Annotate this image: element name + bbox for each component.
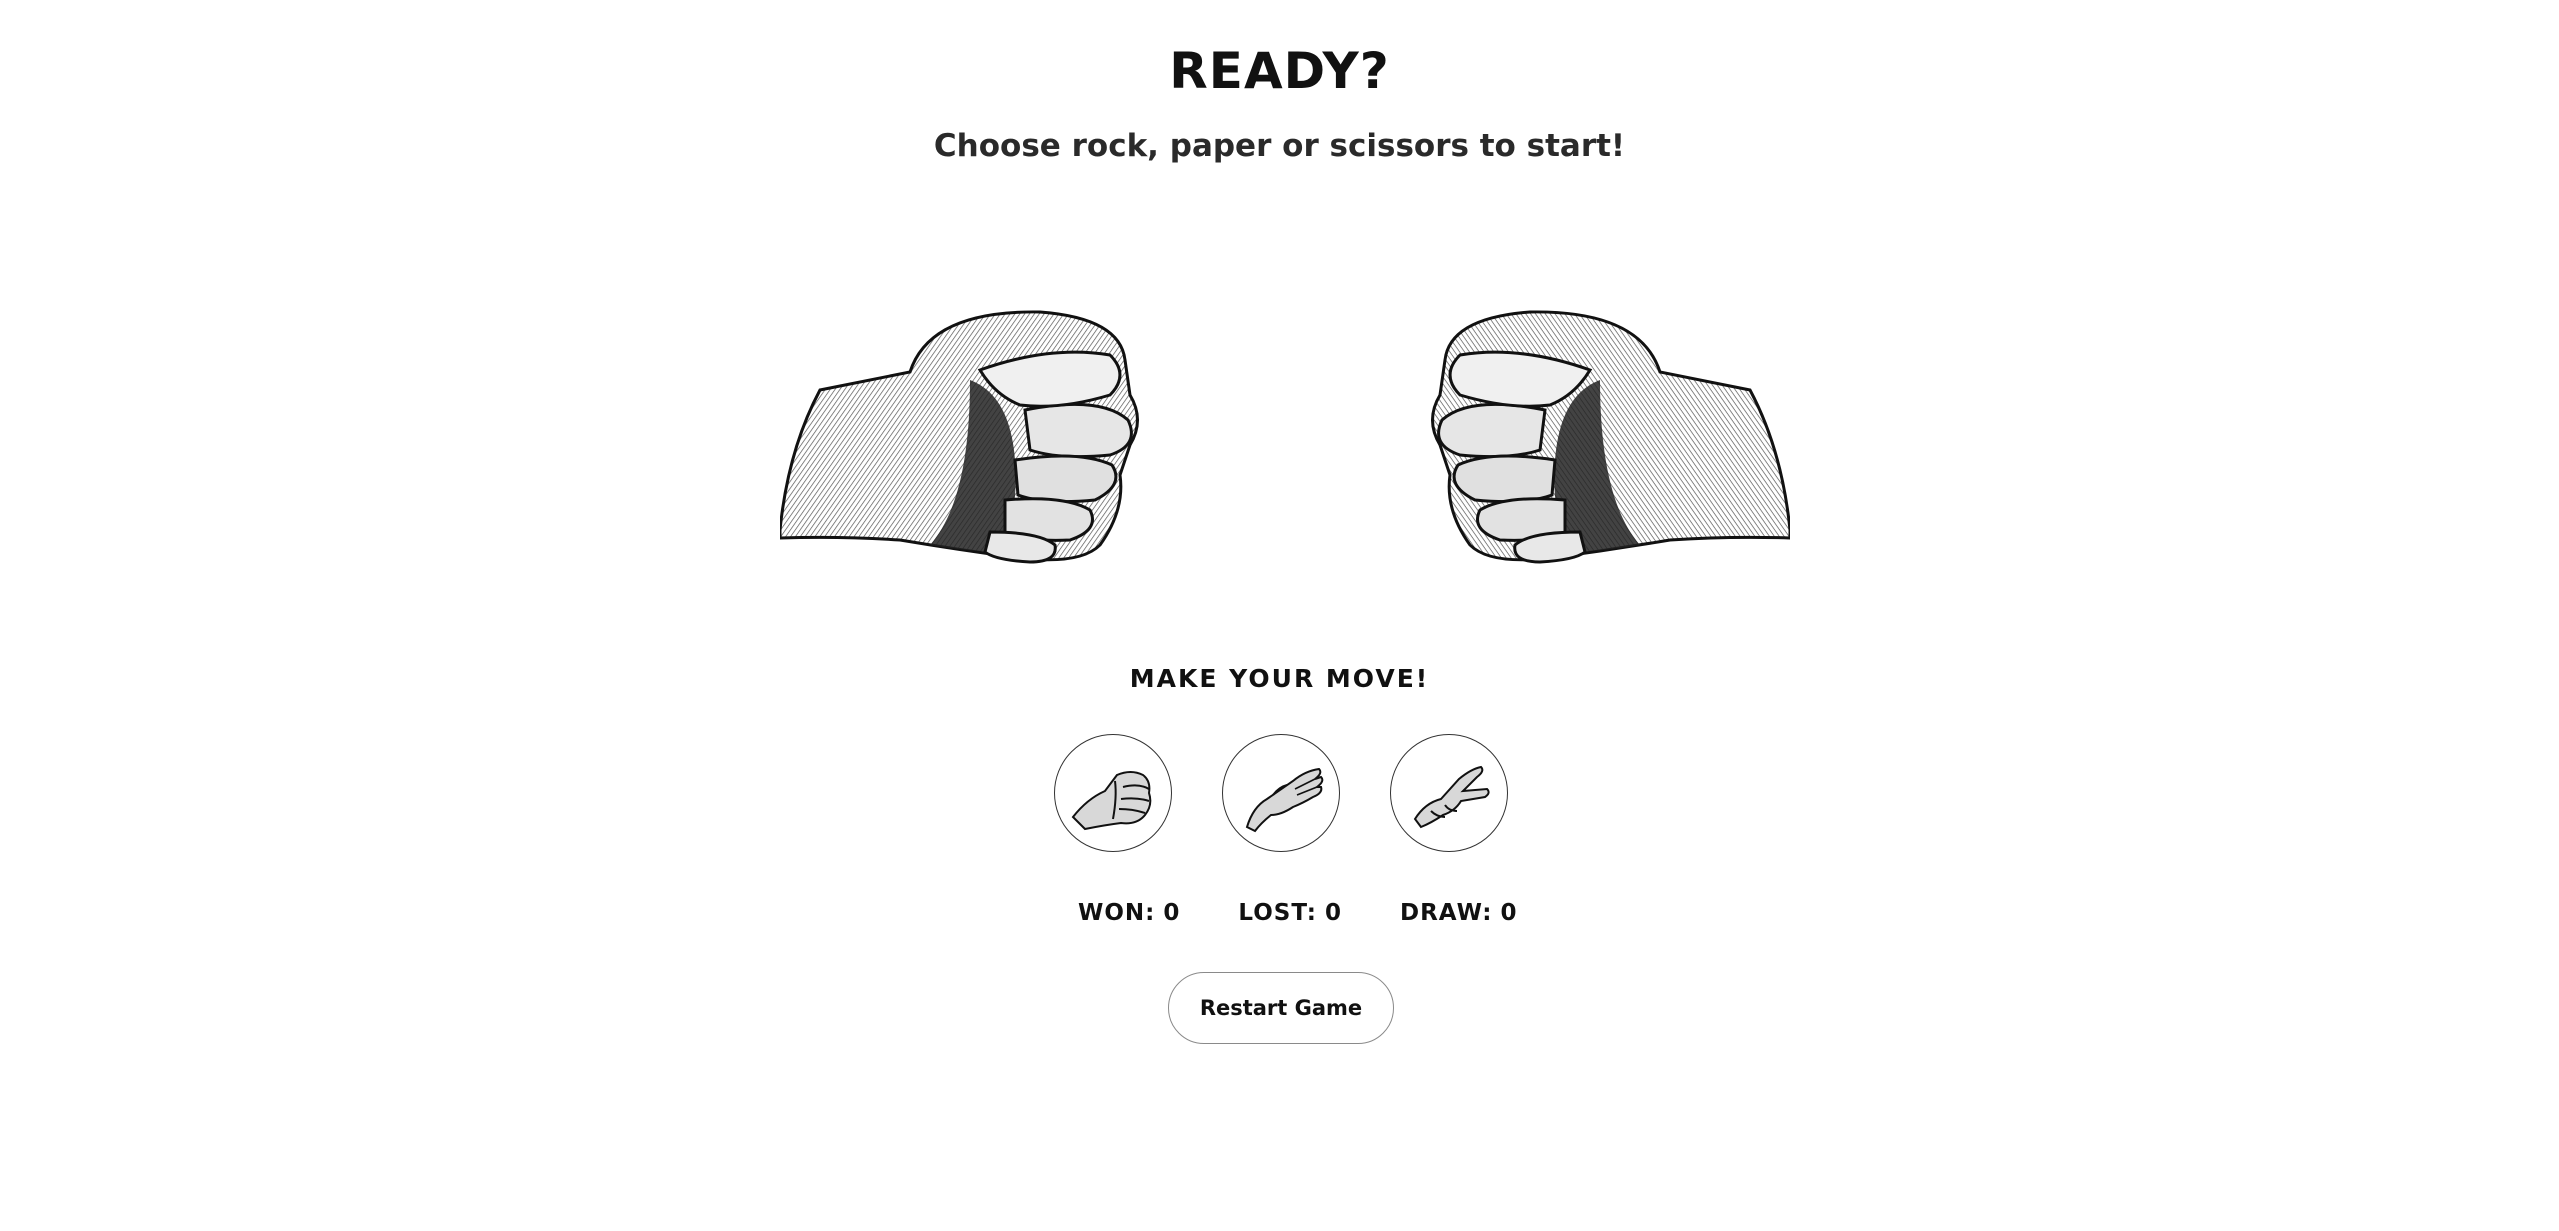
lost-label: LOST: — [1238, 900, 1317, 926]
paper-button[interactable] — [1222, 734, 1340, 852]
game-screen: READY? Choose rock, paper or scissors to… — [0, 0, 2559, 1231]
player-fist-icon — [778, 300, 1150, 570]
won-label: WON: — [1078, 900, 1156, 926]
won-score: WON: 0 — [1078, 900, 1180, 926]
page-subtitle: Choose rock, paper or scissors to start! — [933, 128, 1626, 164]
scissors-button[interactable] — [1390, 734, 1508, 852]
scoreboard: WON: 0 LOST: 0 DRAW: 0 — [1078, 900, 1517, 926]
choice-buttons — [1054, 734, 1508, 852]
computer-fist-icon — [1420, 300, 1792, 570]
draw-label: DRAW: — [1400, 900, 1493, 926]
page-title: READY? — [1169, 42, 1390, 100]
won-value: 0 — [1163, 900, 1181, 926]
draw-value: 0 — [1500, 900, 1518, 926]
paper-icon — [1245, 767, 1324, 833]
scissors-icon — [1413, 765, 1490, 829]
draw-score: DRAW: 0 — [1400, 900, 1517, 926]
restart-game-button[interactable]: Restart Game — [1168, 972, 1394, 1044]
rock-icon — [1071, 771, 1152, 831]
lost-score: LOST: 0 — [1238, 900, 1342, 926]
make-your-move-label: MAKE YOUR MOVE! — [1129, 664, 1430, 693]
lost-value: 0 — [1324, 900, 1342, 926]
rock-button[interactable] — [1054, 734, 1172, 852]
